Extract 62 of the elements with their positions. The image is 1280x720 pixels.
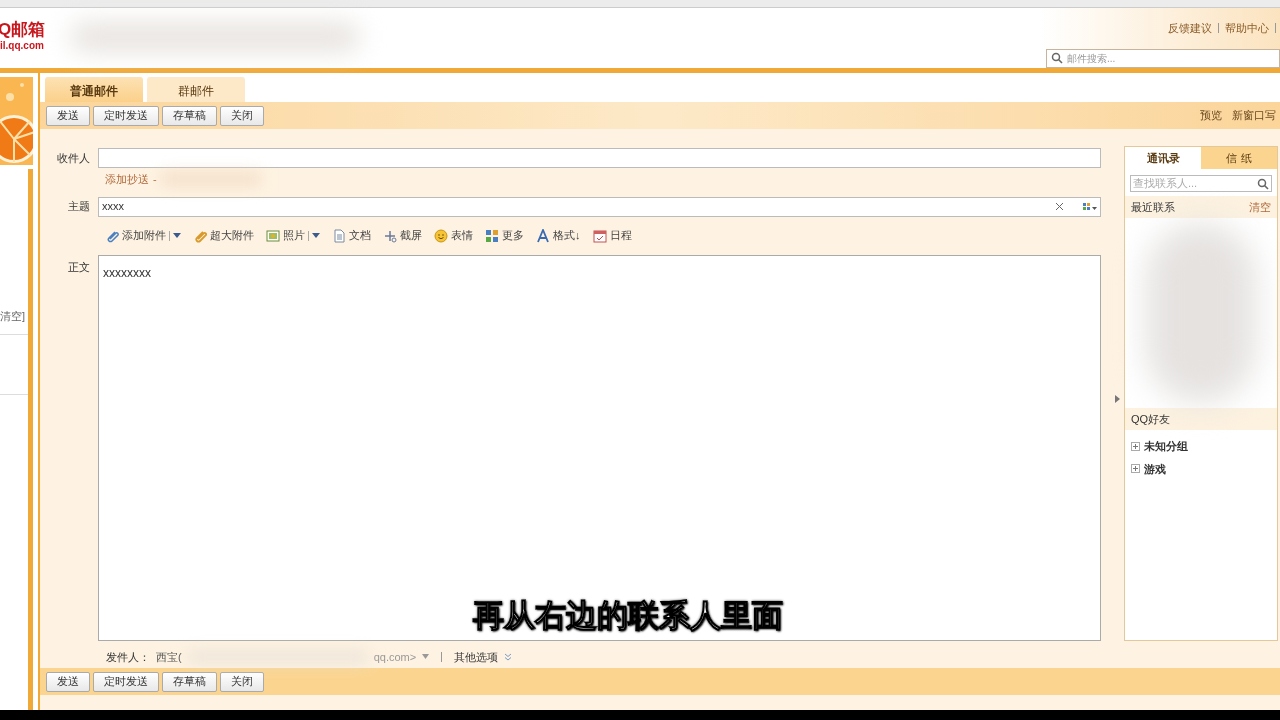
- recipient-field[interactable]: [98, 148, 1101, 168]
- tool-button[interactable]: 截屏: [383, 227, 422, 244]
- paperclip-icon[interactable]: [105, 228, 119, 243]
- double-chevron-icon[interactable]: [504, 652, 513, 661]
- tool-button[interactable]: 日程: [592, 227, 632, 244]
- toolbar-button[interactable]: 关闭: [220, 671, 264, 692]
- other-options-link[interactable]: 其他选项: [454, 648, 499, 665]
- logo-domain: il.qq.com: [0, 40, 45, 52]
- separator-text: -: [153, 172, 157, 187]
- expand-arrow-icon[interactable]: [1114, 394, 1120, 403]
- contacts-tab[interactable]: 信 纸: [1201, 147, 1277, 169]
- add-cc-link[interactable]: 添加抄送: [105, 171, 149, 188]
- recent-contacts-title: 最近联系: [1131, 199, 1175, 215]
- expand-icon[interactable]: [1131, 464, 1140, 474]
- header-link[interactable]: 反馈建议: [1168, 20, 1212, 37]
- search-icon: [1257, 177, 1269, 190]
- toolbar-button[interactable]: 存草稿: [162, 671, 217, 692]
- qq-friends-title: QQ好友: [1131, 411, 1171, 427]
- compose-tab[interactable]: 普通邮件: [45, 77, 143, 102]
- subject-label: 主题: [67, 199, 91, 215]
- caret-icon[interactable]: [422, 654, 430, 660]
- search-icon: [1051, 52, 1063, 65]
- subject-field[interactable]: xxxx: [98, 196, 1101, 217]
- toolbar-button[interactable]: 发送: [46, 671, 90, 692]
- tool-button[interactable]: 超大附件: [193, 227, 254, 244]
- grid-icon[interactable]: [1083, 202, 1097, 211]
- recipient-label: 收件人: [56, 150, 91, 166]
- sender-label: 发件人：: [106, 649, 150, 665]
- tool-button[interactable]: 格式↓: [536, 227, 581, 244]
- contact-group[interactable]: 未知分组: [1144, 438, 1188, 455]
- clear-link[interactable]: 清空: [1249, 198, 1271, 216]
- toolbar-button[interactable]: 发送: [46, 105, 90, 126]
- subtitle-caption: 再从右边的联系人里面: [473, 597, 783, 634]
- contact-group[interactable]: 游戏: [1144, 460, 1166, 477]
- compose-tab[interactable]: 群邮件: [147, 77, 245, 102]
- caret-icon[interactable]: [312, 233, 320, 238]
- sender-name: 西宝(: [156, 649, 182, 665]
- tool-button[interactable]: 文档: [332, 227, 371, 244]
- dropdown-tool-button[interactable]: 添加附件: [105, 227, 181, 244]
- photo-icon[interactable]: [266, 228, 280, 243]
- clear-icon[interactable]: [1056, 203, 1063, 210]
- toolbar-link[interactable]: 预览: [1200, 107, 1222, 124]
- tool-button[interactable]: 表情: [434, 227, 473, 244]
- body-label: 正文: [67, 259, 91, 275]
- toolbar-button[interactable]: 定时发送: [93, 671, 159, 692]
- calendar-icon[interactable]: [592, 228, 607, 243]
- clear-link[interactable]: 清空]: [0, 308, 26, 325]
- smiley-icon[interactable]: [434, 228, 448, 243]
- toolbar-link[interactable]: 新窗口写: [1232, 107, 1276, 124]
- body-editor[interactable]: xxxxxxxx 再从右边的联系人里面: [98, 254, 1101, 641]
- caret-icon[interactable]: [173, 233, 181, 238]
- document-icon[interactable]: [332, 228, 346, 243]
- dropdown-tool-button[interactable]: 照片: [266, 227, 320, 244]
- toolbar-button[interactable]: 存草稿: [162, 105, 217, 126]
- header-link[interactable]: 帮助中心: [1225, 20, 1269, 37]
- font-icon[interactable]: [536, 228, 550, 243]
- tool-button[interactable]: 更多: [485, 227, 524, 244]
- tiles-icon[interactable]: [485, 228, 499, 243]
- expand-icon[interactable]: [1131, 441, 1140, 451]
- toolbar-button[interactable]: 关闭: [220, 105, 264, 126]
- paperclip-icon[interactable]: [193, 228, 207, 243]
- toolbar-button[interactable]: 定时发送: [93, 105, 159, 126]
